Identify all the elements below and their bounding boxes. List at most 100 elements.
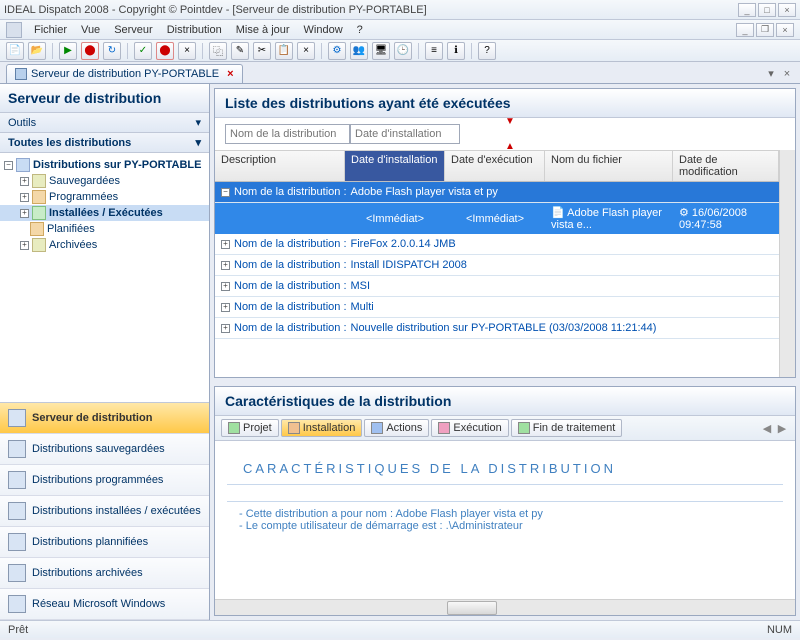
tab-prev-icon[interactable]: ◀ <box>760 422 774 435</box>
check-icon[interactable]: ✓ <box>134 42 152 60</box>
expand-icon[interactable]: + <box>20 209 29 218</box>
status-num: NUM <box>767 624 792 636</box>
nav-scheduled[interactable]: Distributions programmées <box>0 465 209 496</box>
group-row[interactable]: +Nom de la distribution : Install IDISPA… <box>215 255 779 276</box>
nav-server[interactable]: Serveur de distribution <box>0 403 209 434</box>
schedule-icon[interactable]: 🕒 <box>394 42 412 60</box>
menu-help[interactable]: ? <box>351 22 369 38</box>
edit-icon[interactable]: ✎ <box>231 42 249 60</box>
close-button[interactable]: × <box>778 3 796 17</box>
tab-dropdown-icon[interactable]: ▾ <box>764 67 778 81</box>
nav-network[interactable]: Réseau Microsoft Windows <box>0 589 209 620</box>
vertical-scrollbar[interactable] <box>779 150 795 377</box>
help-icon[interactable]: ? <box>478 42 496 60</box>
group-row[interactable]: +Nom de la distribution : MSI <box>215 276 779 297</box>
collapse-icon[interactable]: − <box>4 161 13 170</box>
saved-icon <box>8 440 26 458</box>
tab-actions[interactable]: Actions <box>364 419 429 437</box>
remove-icon[interactable]: × <box>297 42 315 60</box>
horizontal-scrollbar[interactable] <box>215 599 795 615</box>
nav-buttons: Serveur de distribution Distributions sa… <box>0 402 209 620</box>
finish-icon <box>518 422 530 434</box>
copy-icon[interactable]: ⿻ <box>209 42 227 60</box>
tab-installation[interactable]: Installation <box>281 419 363 437</box>
main-area: Liste des distributions ayant été exécut… <box>210 84 800 620</box>
col-mod-date[interactable]: Date de modification <box>673 151 779 181</box>
nav-installed[interactable]: Distributions installées / exécutées <box>0 496 209 527</box>
installed-icon <box>8 502 26 520</box>
child-restore-button[interactable]: ❐ <box>756 23 774 37</box>
expand-icon[interactable]: + <box>221 282 230 291</box>
group-row[interactable]: +Nom de la distribution : Nouvelle distr… <box>215 318 779 339</box>
tab-close-all-icon[interactable]: × <box>780 67 794 81</box>
tab-execution[interactable]: Exécution <box>431 419 508 437</box>
scroll-thumb[interactable] <box>447 601 497 615</box>
delete-icon[interactable]: × <box>178 42 196 60</box>
tab-projet[interactable]: Projet <box>221 419 279 437</box>
menu-fichier[interactable]: Fichier <box>28 22 73 38</box>
tree-item[interactable]: + Programmées <box>0 189 209 205</box>
filter-name-input[interactable] <box>225 124 350 144</box>
play-icon[interactable]: ▶ <box>59 42 77 60</box>
sidebar-tools[interactable]: Outils ▾ <box>0 113 209 133</box>
nav-archived[interactable]: Distributions archivées <box>0 558 209 589</box>
archived-icon <box>8 564 26 582</box>
tab-fin[interactable]: Fin de traitement <box>511 419 623 437</box>
child-close-button[interactable]: × <box>776 23 794 37</box>
stop-icon[interactable]: ⬤ <box>81 42 99 60</box>
tab-close-icon[interactable]: × <box>227 68 233 80</box>
paste-icon[interactable]: 📋 <box>275 42 293 60</box>
expand-icon[interactable]: + <box>20 193 29 202</box>
tree-root-label: Distributions sur PY-PORTABLE <box>33 159 201 171</box>
clock-icon <box>32 190 46 204</box>
menu-vue[interactable]: Vue <box>75 22 106 38</box>
expand-icon[interactable]: + <box>221 240 230 249</box>
tree-item[interactable]: + Archivées <box>0 237 209 253</box>
data-row[interactable]: <Immédiat> <Immédiat> 📄 Adobe Flash play… <box>215 203 779 234</box>
menu-maj[interactable]: Mise à jour <box>230 22 296 38</box>
filter-date-input[interactable] <box>350 124 460 144</box>
nav-planned[interactable]: Distributions plannifiées <box>0 527 209 558</box>
group-row[interactable]: +Nom de la distribution : FireFox 2.0.0.… <box>215 234 779 255</box>
expand-icon[interactable]: + <box>221 324 230 333</box>
characteristics-panel: Caractéristiques de la distribution Proj… <box>214 386 796 616</box>
new-icon[interactable]: 📄 <box>6 42 24 60</box>
open-icon[interactable]: 📂 <box>28 42 46 60</box>
tab-label: Serveur de distribution PY-PORTABLE <box>31 68 219 80</box>
record-icon[interactable]: ⬤ <box>156 42 174 60</box>
child-minimize-button[interactable]: _ <box>736 23 754 37</box>
info-icon[interactable]: ℹ <box>447 42 465 60</box>
expand-icon[interactable]: + <box>20 241 29 250</box>
tree-item-selected[interactable]: + Installées / Exécutées <box>0 205 209 221</box>
settings-icon[interactable]: ⚙ <box>328 42 346 60</box>
list-panel: Liste des distributions ayant été exécut… <box>214 88 796 378</box>
expand-icon[interactable]: + <box>221 261 230 270</box>
collapse-icon[interactable]: − <box>221 188 230 197</box>
group-row-selected[interactable]: − Nom de la distribution : Adobe Flash p… <box>215 182 779 203</box>
cut-icon[interactable]: ✂ <box>253 42 271 60</box>
col-filename[interactable]: Nom du fichier <box>545 151 673 181</box>
menu-window[interactable]: Window <box>298 22 349 38</box>
tree-item[interactable]: + Sauvegardées <box>0 173 209 189</box>
tree-item[interactable]: Planifiées <box>0 221 209 237</box>
document-tab[interactable]: Serveur de distribution PY-PORTABLE × <box>6 64 243 83</box>
expand-icon[interactable]: + <box>20 177 29 186</box>
col-install-date[interactable]: Date d'installation <box>345 151 445 181</box>
menu-serveur[interactable]: Serveur <box>108 22 159 38</box>
nav-saved[interactable]: Distributions sauvegardées <box>0 434 209 465</box>
minimize-button[interactable]: _ <box>738 3 756 17</box>
tree-root[interactable]: − Distributions sur PY-PORTABLE <box>0 157 209 173</box>
maximize-button[interactable]: □ <box>758 3 776 17</box>
char-tabs: Projet Installation Actions Exécution Fi… <box>215 416 795 441</box>
expand-icon[interactable]: + <box>221 303 230 312</box>
list-icon[interactable]: ≡ <box>425 42 443 60</box>
col-exec-date[interactable]: Date d'exécution <box>445 151 545 181</box>
tab-next-icon[interactable]: ▶ <box>775 422 789 435</box>
group-row[interactable]: +Nom de la distribution : Multi <box>215 297 779 318</box>
menu-distribution[interactable]: Distribution <box>161 22 228 38</box>
users-icon[interactable]: 👥 <box>350 42 368 60</box>
computer-icon[interactable]: 🖥 <box>372 42 390 60</box>
col-description[interactable]: Description <box>215 151 345 181</box>
sidebar-all-distributions[interactable]: Toutes les distributions ▾ <box>0 133 209 153</box>
restart-icon[interactable]: ↻ <box>103 42 121 60</box>
